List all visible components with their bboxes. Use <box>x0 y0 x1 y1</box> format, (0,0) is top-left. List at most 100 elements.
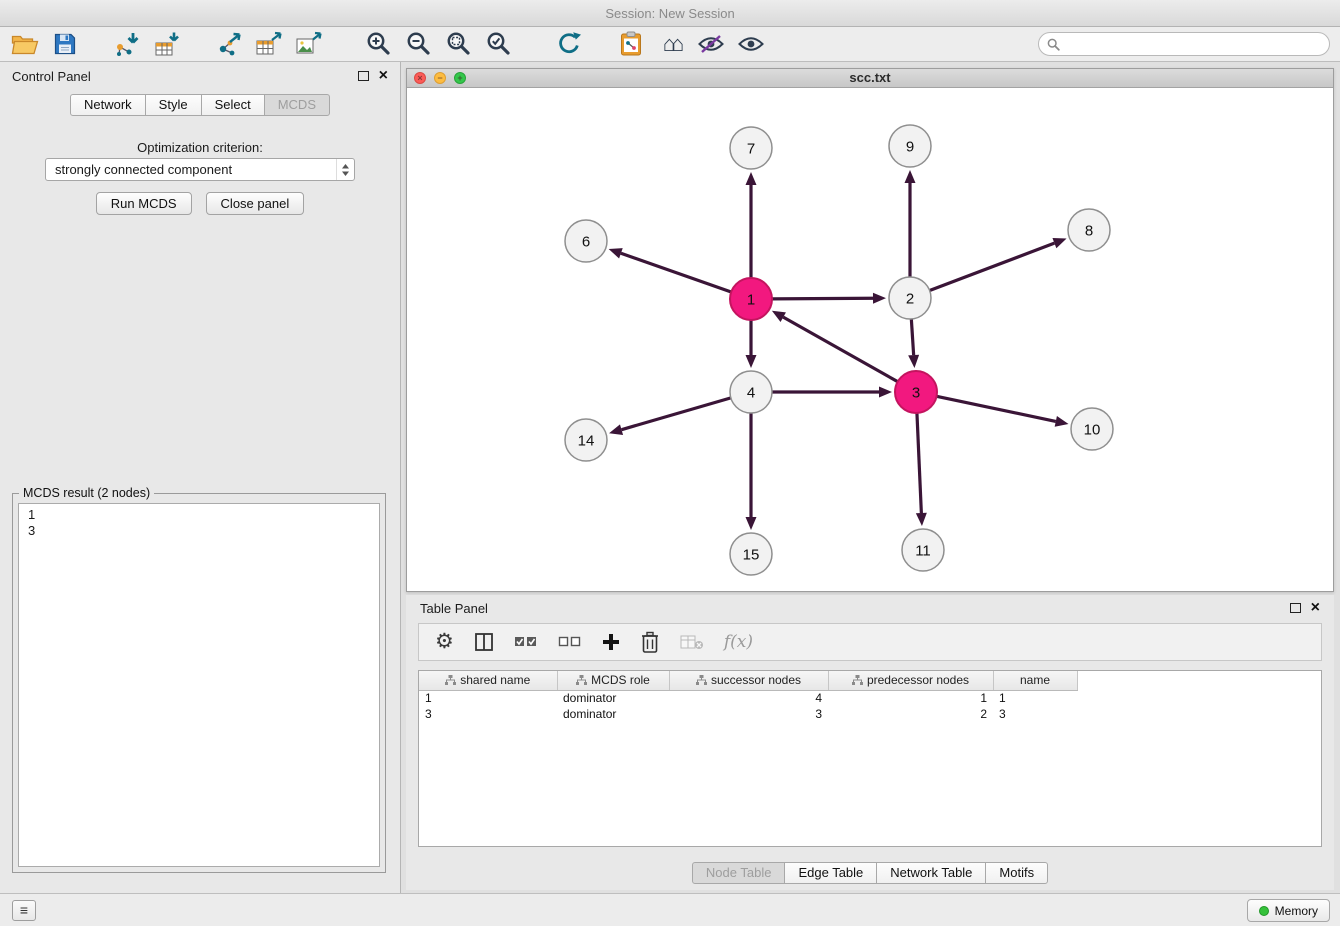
control-panel-float-button[interactable] <box>358 71 369 81</box>
close-panel-button[interactable]: Close panel <box>206 192 305 215</box>
table-settings-button[interactable]: ⚙ <box>435 632 454 652</box>
table-panel-header: Table Panel × <box>406 595 1334 621</box>
control-panel-close-button[interactable]: × <box>379 70 388 82</box>
network-edge[interactable] <box>930 243 1055 290</box>
table-cell[interactable]: dominator <box>557 706 669 722</box>
run-mcds-button[interactable]: Run MCDS <box>96 192 192 215</box>
column-header-shared-name[interactable]: shared name <box>419 671 557 690</box>
edge-arrowhead <box>1052 238 1066 248</box>
tab-network[interactable]: Network <box>70 94 146 116</box>
column-header-successor-nodes[interactable]: successor nodes <box>669 671 828 690</box>
tab-edge-table[interactable]: Edge Table <box>784 862 877 884</box>
delete-column-button[interactable] <box>640 630 660 654</box>
save-session-button[interactable] <box>48 29 82 59</box>
optimization-criterion-label: Optimization criterion: <box>0 140 400 155</box>
node-label: 1 <box>747 291 755 308</box>
table-cell[interactable]: 1 <box>993 690 1077 706</box>
dropdown-stepper-icon <box>336 159 354 180</box>
zoom-selected-button[interactable] <box>482 29 516 59</box>
list-icon: ≡ <box>20 902 28 918</box>
unselect-all-columns-button[interactable] <box>558 635 582 649</box>
apply-layout-button[interactable] <box>552 29 586 59</box>
hide-details-button[interactable] <box>694 29 728 59</box>
network-edge[interactable] <box>917 413 921 513</box>
export-image-button[interactable] <box>292 29 326 59</box>
tab-motifs[interactable]: Motifs <box>985 862 1048 884</box>
tab-select[interactable]: Select <box>201 94 265 116</box>
window-close-button[interactable]: × <box>414 72 426 84</box>
task-history-button[interactable]: ≡ <box>12 900 36 921</box>
node-label: 6 <box>582 233 590 250</box>
zoom-out-button[interactable] <box>402 29 436 59</box>
network-edge[interactable] <box>622 398 731 430</box>
export-network-button[interactable] <box>212 29 246 59</box>
table-row[interactable]: 3dominator323 <box>419 706 1077 722</box>
column-header-mcds-role[interactable]: MCDS role <box>557 671 669 690</box>
table-panel-float-button[interactable] <box>1290 603 1301 613</box>
table-cell[interactable]: 1 <box>828 690 993 706</box>
import-table-button[interactable] <box>150 29 184 59</box>
zoom-in-button[interactable] <box>362 29 396 59</box>
table-cell[interactable]: 3 <box>993 706 1077 722</box>
select-all-columns-button[interactable] <box>514 635 538 649</box>
search-icon <box>1047 38 1060 51</box>
open-folder-icon <box>11 33 39 56</box>
criterion-dropdown[interactable]: strongly connected component <box>45 158 355 181</box>
column-header-predecessor-nodes[interactable]: predecessor nodes <box>828 671 993 690</box>
show-details-button[interactable] <box>734 29 768 59</box>
home-networks-button[interactable]: ⌂⌂ <box>654 29 688 59</box>
table-row[interactable]: 1dominator411 <box>419 690 1077 706</box>
tab-node-table[interactable]: Node Table <box>692 862 786 884</box>
network-edge[interactable] <box>937 396 1056 421</box>
tab-mcds[interactable]: MCDS <box>264 94 330 116</box>
table-cell[interactable]: 2 <box>828 706 993 722</box>
houses-icon: ⌂⌂ <box>663 31 680 57</box>
main-toolbar: ⌂⌂ <box>0 27 1340 62</box>
search-input[interactable] <box>1060 34 1329 54</box>
table-cell[interactable]: 4 <box>669 690 828 706</box>
zoom-fit-button[interactable] <box>442 29 476 59</box>
edge-arrowhead <box>746 355 757 368</box>
edge-arrowhead <box>609 248 623 258</box>
table-panel-title: Table Panel <box>420 601 488 616</box>
open-session-button[interactable] <box>8 29 42 59</box>
show-columns-button[interactable] <box>474 632 494 652</box>
export-table-button[interactable] <box>252 29 286 59</box>
node-label: 2 <box>906 290 914 307</box>
tab-style[interactable]: Style <box>145 94 202 116</box>
table-cell[interactable]: 3 <box>669 706 828 722</box>
mcds-result-list[interactable]: 13 <box>18 503 380 867</box>
window-minimize-button[interactable]: − <box>434 72 446 84</box>
mcds-result-box: MCDS result (2 nodes) 13 <box>12 493 386 873</box>
network-edge[interactable] <box>772 298 873 299</box>
tab-network-table[interactable]: Network Table <box>876 862 986 884</box>
mcds-result-title: MCDS result (2 nodes) <box>19 486 154 500</box>
paste-network-button[interactable] <box>614 29 648 59</box>
delete-table-button[interactable] <box>680 634 704 650</box>
node-table: shared name MCDS role successor nodes pr… <box>419 671 1078 722</box>
table-cell[interactable]: dominator <box>557 690 669 706</box>
import-network-button[interactable] <box>110 29 144 59</box>
table-cell[interactable]: 3 <box>419 706 557 722</box>
search-box[interactable] <box>1038 32 1330 56</box>
window-zoom-button[interactable]: + <box>454 72 466 84</box>
table-panel: Table Panel × ⚙ <box>406 595 1334 890</box>
network-canvas[interactable]: 7968124314101511 <box>407 88 1333 591</box>
memory-button[interactable]: Memory <box>1247 899 1330 922</box>
window-titlebar[interactable]: Session: New Session <box>0 0 1340 27</box>
function-builder-button[interactable]: f(x) <box>724 632 753 652</box>
table-panel-close-button[interactable]: × <box>1311 602 1320 614</box>
table-cell[interactable]: 1 <box>419 690 557 706</box>
column-header-name[interactable]: name <box>993 671 1077 690</box>
eye-slash-icon <box>697 33 725 55</box>
network-edge[interactable] <box>621 253 731 292</box>
edge-arrowhead <box>908 355 919 368</box>
node-label: 4 <box>747 384 755 401</box>
network-window-titlebar[interactable]: × − + scc.txt <box>407 69 1333 88</box>
edge-arrowhead <box>746 172 757 185</box>
column-type-icon <box>696 674 707 688</box>
table-header-row: shared name MCDS role successor nodes pr… <box>419 671 1077 690</box>
network-edge[interactable] <box>911 319 913 355</box>
add-column-button[interactable] <box>602 633 620 651</box>
network-edge[interactable] <box>783 317 897 382</box>
